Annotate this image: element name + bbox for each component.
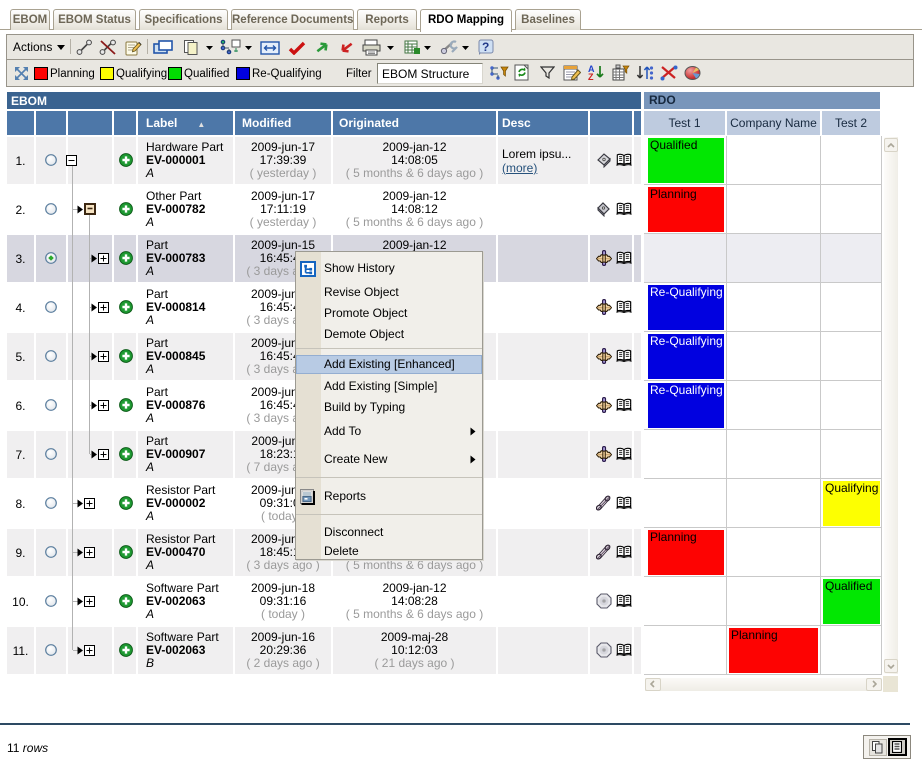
svg-text:?: ? [482,40,489,54]
svg-text:Z: Z [588,72,594,81]
